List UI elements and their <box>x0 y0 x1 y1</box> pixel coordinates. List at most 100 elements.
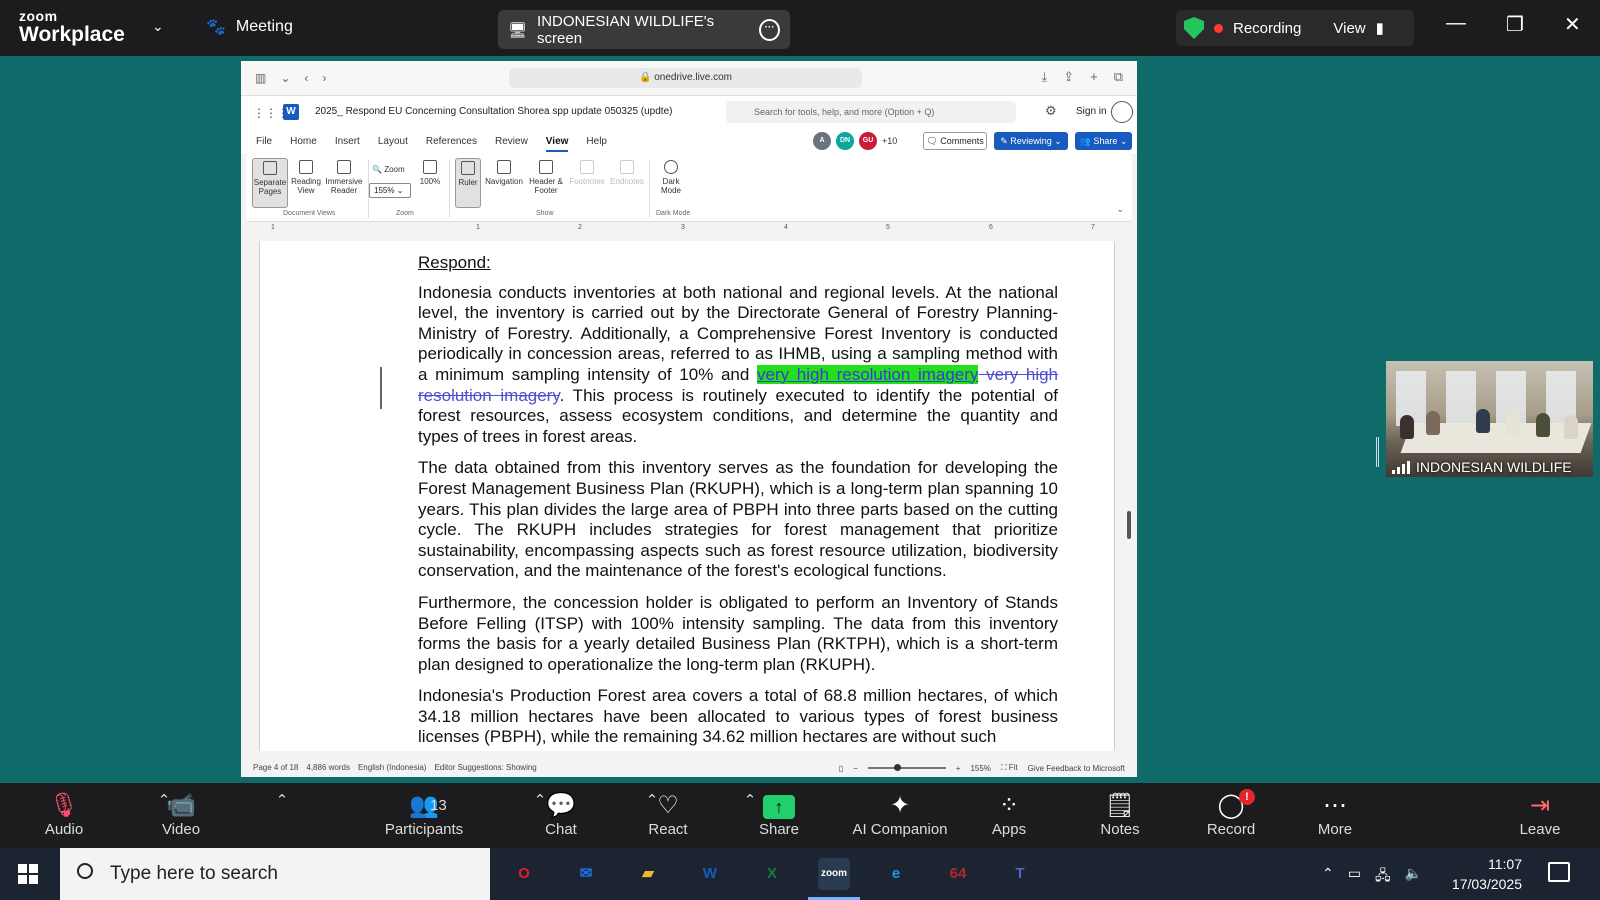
share-icon[interactable]: ⇪ <box>1063 69 1074 85</box>
separate-pages-button[interactable]: Separate Pages <box>252 158 288 208</box>
reading-view-button[interactable]: Reading View <box>290 158 322 195</box>
chat-button[interactable]: 💬 Chat <box>511 791 611 838</box>
zoom-in-icon[interactable]: + <box>956 764 961 773</box>
screen-share-indicator[interactable]: 🖥 INDONESIAN WILDLIFE's screen ··· <box>498 10 790 49</box>
taskbar-app-game-icon[interactable]: 64 <box>942 858 974 890</box>
chevron-down-icon[interactable]: ⌄ <box>152 18 164 35</box>
taskbar-app-teams-icon[interactable]: T <box>1004 858 1036 890</box>
menu-tab-file[interactable]: File <box>256 136 272 152</box>
comments-button[interactable]: 🗨 Comments <box>923 132 987 150</box>
collaborator-avatar[interactable]: GU <box>859 132 877 150</box>
video-button[interactable]: 📹 Video <box>131 791 231 838</box>
menu-tab-insert[interactable]: Insert <box>335 136 360 152</box>
video-options-chevron-icon[interactable]: ⌃ <box>272 791 292 809</box>
sidebar-toggle-icon[interactable]: ▥ <box>255 71 266 85</box>
taskbar-app-file-explorer-icon[interactable]: ▰ <box>632 858 664 890</box>
word-count[interactable]: 4,886 words <box>306 763 350 772</box>
taskbar-app-edge-icon[interactable]: e <box>880 858 912 890</box>
notifications-icon[interactable] <box>1548 862 1570 882</box>
restore-icon[interactable]: ❐ <box>1506 12 1524 37</box>
chevron-down-icon[interactable]: ⌄ <box>280 71 290 85</box>
collaborator-avatar[interactable]: A <box>813 132 831 150</box>
menu-tab-help[interactable]: Help <box>586 136 607 152</box>
reviewing-button[interactable]: ✎ Reviewing ⌄ <box>994 132 1068 150</box>
leave-button[interactable]: ⇥ Leave <box>1490 791 1590 838</box>
zoom-out-icon[interactable]: − <box>853 764 858 773</box>
record-button[interactable]: ◯ ! Record <box>1181 789 1281 838</box>
shield-icon[interactable] <box>1184 17 1204 39</box>
language[interactable]: English (Indonesia) <box>358 763 426 772</box>
menu-tab-home[interactable]: Home <box>290 136 317 152</box>
menu-tab-review[interactable]: Review <box>495 136 528 152</box>
print-layout-icon[interactable]: ▯ <box>839 764 843 773</box>
footnotes-icon <box>580 160 594 174</box>
share-screen-button[interactable]: ↑ Share <box>729 791 829 838</box>
taskbar-app-word-icon[interactable]: W <box>694 858 726 890</box>
zoom-slider[interactable] <box>867 764 946 771</box>
fit-button[interactable]: ⛶ Fit <box>1001 763 1018 773</box>
ai-companion-button[interactable]: ✦ AI Companion <box>835 791 965 838</box>
dark-mode-button[interactable]: Dark Mode <box>654 158 688 195</box>
settings-icon[interactable]: ⚙ <box>1045 103 1057 119</box>
change-bar <box>380 367 382 409</box>
feedback-link[interactable]: Give Feedback to Microsoft <box>1028 764 1125 773</box>
forward-icon[interactable]: › <box>322 71 326 85</box>
tracked-insertion[interactable]: very high resolution imagery <box>757 364 979 384</box>
close-icon[interactable]: ✕ <box>1564 12 1581 37</box>
share-button[interactable]: 👥 Share ⌄ <box>1075 132 1132 150</box>
network-icon[interactable]: 🖧 <box>1375 865 1391 889</box>
document-body[interactable]: Respond: Indonesia conducts inventories … <box>418 253 1058 759</box>
back-icon[interactable]: ‹ <box>304 71 308 85</box>
navigation-button[interactable]: Navigation <box>484 158 524 186</box>
meeting-info-button[interactable]: 🐾 Meeting <box>206 17 293 37</box>
chat-label: Chat <box>545 821 577 838</box>
audio-button[interactable]: 🎙 Audio <box>14 791 114 838</box>
header-footer-button[interactable]: Header & Footer <box>526 158 566 195</box>
address-bar[interactable]: 🔒 onedrive.live.com <box>509 68 862 88</box>
apps-button[interactable]: ⁘ Apps <box>959 791 1059 838</box>
taskbar-app-opera-icon[interactable]: O <box>508 858 540 890</box>
zoom-select[interactable]: 155% ⌄ <box>369 183 411 198</box>
more-collaborators[interactable]: +10 <box>882 136 897 146</box>
new-tab-icon[interactable]: + <box>1090 69 1098 85</box>
menu-tab-layout[interactable]: Layout <box>378 136 408 152</box>
chevron-up-icon[interactable]: ⌃ <box>1322 865 1334 889</box>
more-button[interactable]: ⋯ More <box>1285 791 1385 838</box>
participants-button[interactable]: 👥 13 Participants <box>374 791 474 838</box>
vertical-scrollbar[interactable] <box>1127 511 1131 539</box>
ruler-button[interactable]: Ruler <box>455 158 481 208</box>
recording-label[interactable]: Recording <box>1233 20 1301 37</box>
windows-start-button[interactable] <box>18 864 38 884</box>
header-footer-label: Header & Footer <box>529 177 563 196</box>
taskbar-app-mail-icon[interactable]: ✉ <box>570 858 602 890</box>
view-layout-icon[interactable]: ▮ <box>1376 19 1384 37</box>
collaborator-avatar[interactable]: DN <box>836 132 854 150</box>
notes-button[interactable]: 🗒 Notes <box>1070 791 1170 838</box>
taskbar-app-zoom-icon[interactable]: zoom <box>808 858 860 900</box>
search-input[interactable]: Search for tools, help, and more (Option… <box>726 101 1016 123</box>
zoom-100-button[interactable]: 100% <box>416 158 444 186</box>
taskbar-search-input[interactable]: Type here to search <box>60 848 490 900</box>
participant-video[interactable]: INDONESIAN WILDLIFE <box>1386 361 1593 477</box>
react-button[interactable]: ♡ React <box>618 791 718 838</box>
taskbar-app-excel-icon[interactable]: X <box>756 858 788 890</box>
editor-suggestions[interactable]: Editor Suggestions: Showing <box>434 763 536 772</box>
battery-icon[interactable]: ▭ <box>1348 865 1361 889</box>
menu-tab-view[interactable]: View <box>545 136 569 152</box>
zoom-percent[interactable]: 155% <box>970 764 990 773</box>
download-icon[interactable]: ⤓ <box>1041 69 1047 85</box>
document-page[interactable]: Respond: Indonesia conducts inventories … <box>259 241 1115 751</box>
sign-in-link[interactable]: Sign in <box>1076 106 1107 117</box>
view-button[interactable]: View <box>1333 20 1365 37</box>
collapse-ribbon-icon[interactable]: ⌄ <box>1116 204 1124 215</box>
clock[interactable]: 11:07 17/03/2025 <box>1432 854 1522 894</box>
minimize-icon[interactable]: — <box>1446 12 1466 35</box>
account-icon[interactable] <box>1111 101 1133 123</box>
more-options-icon[interactable]: ··· <box>759 18 780 41</box>
volume-icon[interactable]: 🔈 <box>1405 865 1422 889</box>
document-name[interactable]: 2025_ Respond EU Concerning Consultation… <box>315 106 672 117</box>
menu-tab-references[interactable]: References <box>426 136 477 152</box>
resize-handle[interactable] <box>1376 437 1379 467</box>
tabs-overview-icon[interactable]: ⧉ <box>1114 69 1123 85</box>
immersive-reader-button[interactable]: Immersive Reader <box>323 158 365 195</box>
